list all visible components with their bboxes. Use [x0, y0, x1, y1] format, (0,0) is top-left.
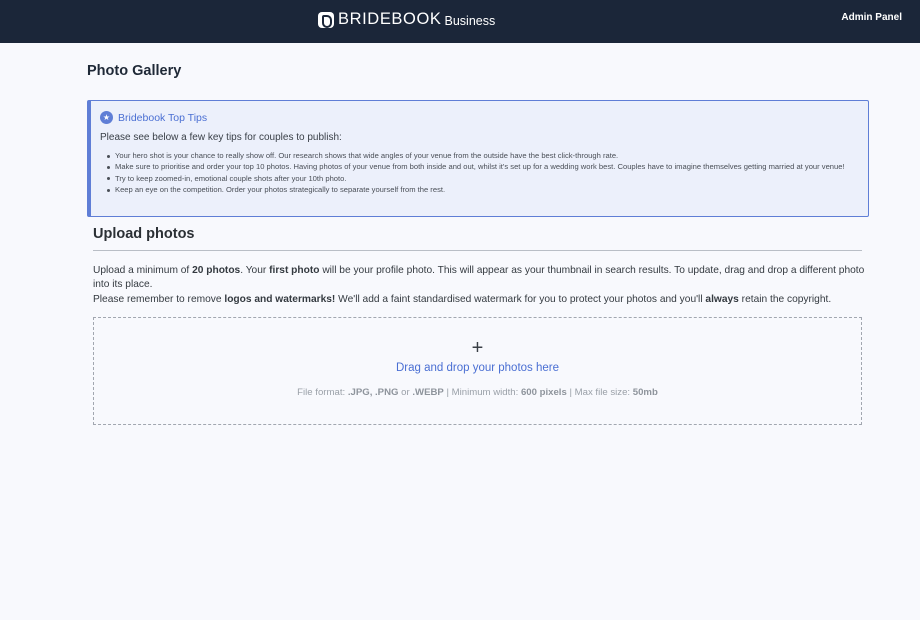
text-run: File format:: [297, 387, 348, 398]
text-run: Please remember to remove: [93, 293, 225, 305]
drag-drop-label[interactable]: Drag and drop your photos here: [94, 362, 861, 374]
top-tips-intro: Please see below a few key tips for coup…: [100, 132, 342, 143]
logo-brand-text: BRIDEBOOK: [338, 10, 442, 28]
tip-item: Your hero shot is your chance to really …: [100, 150, 860, 161]
max-file-size-value: 50mb: [632, 387, 658, 398]
file-formats: .JPG, .PNG: [347, 387, 399, 398]
star-icon: ★: [100, 111, 113, 124]
bridebook-logo-icon: [318, 11, 334, 28]
file-format-webp: .WEBP: [412, 387, 444, 398]
tip-item: Make sure to prioritise and order your t…: [100, 161, 860, 172]
upload-instructions-p2: Please remember to remove logos and wate…: [93, 293, 868, 307]
min-photos-count: 20 photos: [192, 265, 241, 276]
text-run: Upload a minimum of: [93, 265, 193, 276]
top-tips-header: ★ Bridebook Top Tips: [100, 111, 207, 124]
text-run: retain the copyright.: [738, 293, 832, 305]
always-emphasis: always: [705, 293, 739, 305]
logos-watermarks-emphasis: logos and watermarks!: [224, 293, 336, 305]
file-requirements-hint: File format: .JPG, .PNG or .WEBP | Minim…: [94, 387, 861, 398]
upload-instructions: Upload a minimum of 20 photos. Your firs…: [93, 264, 868, 307]
text-run: or: [398, 387, 413, 398]
min-width-value: 600 pixels: [520, 387, 567, 398]
text-run: We'll add a faint standardised watermark…: [335, 293, 706, 305]
section-divider: [93, 250, 862, 251]
text-run: . Your: [240, 265, 270, 276]
plus-icon[interactable]: +: [94, 338, 861, 358]
upload-photos-heading: Upload photos: [93, 226, 195, 242]
top-navbar: BRIDEBOOK Business Admin Panel: [0, 0, 920, 43]
logo-business-text: Business: [444, 14, 496, 28]
text-run: | Max file size:: [566, 387, 633, 398]
top-tips-title: Bridebook Top Tips: [118, 111, 208, 124]
tip-item: Keep an eye on the competition. Order yo…: [100, 184, 860, 195]
first-photo-emphasis: first photo: [269, 265, 320, 276]
top-tips-list: Your hero shot is your chance to really …: [100, 150, 860, 196]
admin-panel-link[interactable]: Admin Panel: [841, 12, 902, 23]
page-title: Photo Gallery: [87, 63, 182, 79]
bridebook-logo[interactable]: BRIDEBOOK Business: [318, 10, 495, 29]
tip-item: Try to keep zoomed-in, emotional couple …: [100, 173, 860, 184]
photo-dropzone[interactable]: + Drag and drop your photos here File fo…: [93, 317, 862, 425]
top-tips-panel: ★ Bridebook Top Tips Please see below a …: [87, 100, 869, 217]
upload-instructions-p1: Upload a minimum of 20 photos. Your firs…: [93, 264, 868, 293]
text-run: | Minimum width:: [443, 387, 521, 398]
